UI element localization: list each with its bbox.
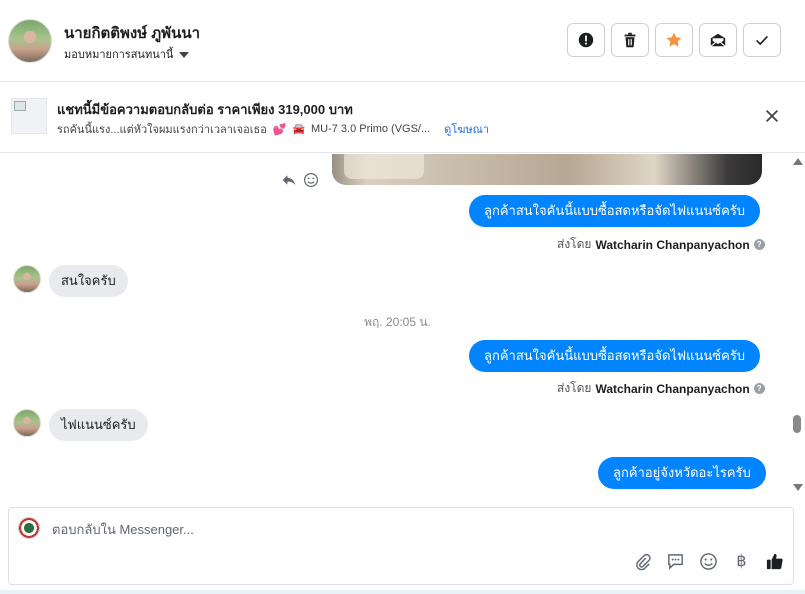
star-icon [666, 32, 682, 47]
view-ad-link[interactable]: ดูโฆษณา [444, 120, 489, 138]
contact-avatar-small[interactable] [13, 265, 41, 293]
photo-actions [281, 172, 319, 188]
help-icon[interactable]: ? [753, 383, 765, 394]
report-button[interactable] [567, 23, 605, 57]
star-button[interactable] [655, 23, 693, 57]
incoming-message[interactable]: สนใจครับ [49, 265, 128, 297]
envelope-icon [710, 33, 726, 47]
help-icon[interactable]: ? [753, 239, 765, 250]
scroll-up-arrow-icon[interactable] [793, 158, 803, 165]
agent-name: Watcharin Chanpanyachon [595, 381, 750, 396]
alert-icon [578, 32, 594, 48]
ad-context-bar: แชทนี้มีข้อความตอบกลับต่อ ราคาเพียง 319,… [0, 83, 805, 153]
outgoing-message[interactable]: ลูกค้าสนใจคันนี้แบบซื้อสดหรือจัดไฟแนนซ์ค… [469, 340, 761, 372]
paperclip-icon[interactable] [633, 552, 652, 571]
header-actions [567, 23, 781, 57]
sent-by-label: ส่งโดย Watcharin Chanpanyachon ? [557, 379, 765, 398]
assign-label: มอบหมายการสนทนานี้ [64, 49, 174, 61]
ad-subtitle: รถคันนี้แรง...แต่หัวใจผมแรงกว่าเวลาเจอเธ… [57, 124, 267, 136]
outgoing-message[interactable]: ลูกค้าอยู่จังหวัดอะไรครับ [598, 457, 766, 489]
sent-by-label: ส่งโดย Watcharin Chanpanyachon ? [557, 235, 765, 254]
composer-tools: ฿ [633, 551, 784, 571]
delete-button[interactable] [611, 23, 649, 57]
reply-input[interactable] [52, 519, 752, 539]
payment-baht-icon[interactable]: ฿ [732, 551, 751, 571]
page-avatar [18, 517, 40, 539]
emoji-react-icon[interactable] [303, 172, 319, 188]
car-icon: 🚘 [292, 123, 305, 135]
contact-avatar-small[interactable] [13, 409, 41, 437]
ad-title: แชทนี้มีข้อความตอบกลับต่อ ราคาเพียง 319,… [57, 102, 353, 117]
message-thread[interactable]: ลูกค้าสนใจคันนี้แบบซื้อสดหรือจัดไฟแนนซ์ค… [0, 154, 790, 504]
agent-name: Watcharin Chanpanyachon [595, 237, 750, 252]
check-icon [756, 35, 768, 46]
assign-conversation-dropdown[interactable]: มอบหมายการสนทนานี้ [64, 45, 190, 63]
sent-car-photo[interactable] [332, 154, 762, 185]
scrollbar-thumb[interactable] [793, 415, 801, 433]
ad-subtitle-row: รถคันนี้แรง...แต่หัวใจผมแรงกว่าเวลาเจอเธ… [57, 120, 489, 138]
close-icon[interactable] [763, 107, 781, 125]
thread-scrollbar[interactable] [790, 154, 805, 494]
incoming-message[interactable]: ไฟแนนซ์ครับ [49, 409, 148, 441]
contact-avatar[interactable] [8, 19, 52, 63]
caret-down-icon [179, 51, 190, 58]
scroll-down-arrow-icon[interactable] [793, 484, 803, 491]
outgoing-message[interactable]: ลูกค้าสนใจคันนี้แบบซื้อสดหรือจัดไฟแนนซ์ค… [469, 195, 761, 227]
emoji-icon[interactable] [699, 552, 718, 571]
heart-icon: 💕 [272, 123, 287, 136]
thumbs-up-icon[interactable] [765, 552, 784, 571]
contact-name[interactable]: นายกิตติพงษ์ ภูพันนา [64, 21, 200, 45]
bottom-divider [0, 590, 805, 594]
reply-icon[interactable] [281, 172, 297, 188]
sent-by-prefix: ส่งโดย [557, 237, 592, 251]
sent-by-prefix: ส่งโดย [557, 381, 592, 395]
mark-done-button[interactable] [743, 23, 781, 57]
message-timestamp: พฤ. 20:05 น. [364, 315, 431, 329]
ad-car-text: MU-7 3.0 Primo (VGS/... [310, 123, 431, 135]
trash-icon [624, 32, 636, 48]
message-composer: ฿ [8, 507, 794, 585]
conversation-header: นายกิตติพงษ์ ภูพันนา มอบหมายการสนทนานี้ [0, 0, 805, 82]
ad-thumbnail-image[interactable] [11, 98, 47, 134]
saved-replies-icon[interactable] [666, 552, 685, 571]
mark-unread-button[interactable] [699, 23, 737, 57]
